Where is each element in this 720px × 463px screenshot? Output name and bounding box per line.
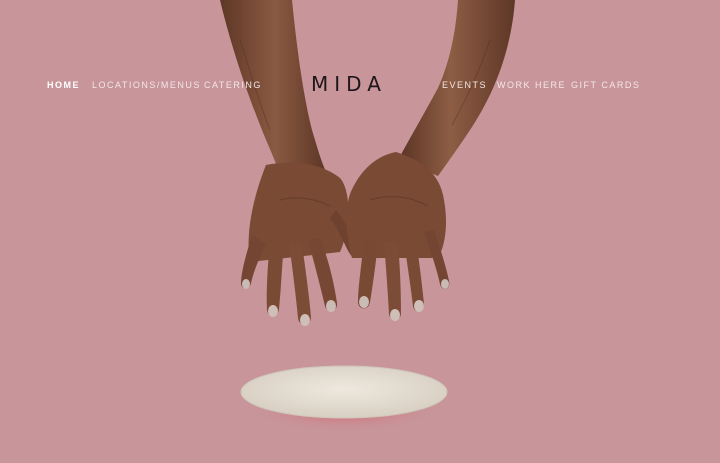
- nav-work-here-link[interactable]: WORK HERE: [497, 80, 566, 90]
- nav-home-link[interactable]: HOME: [47, 80, 80, 90]
- nav-catering-link[interactable]: CATERING: [204, 80, 262, 90]
- hero-section: HOME LOCATIONS/MENUS CATERING MIDA EVENT…: [0, 0, 720, 463]
- site-logo[interactable]: MIDA: [311, 72, 387, 96]
- nav-events-link[interactable]: EVENTS: [442, 80, 487, 90]
- nav-gift-cards-link[interactable]: GIFT CARDS: [571, 80, 640, 90]
- nav-locations-menus-link[interactable]: LOCATIONS/MENUS: [92, 80, 201, 90]
- main-navigation: HOME LOCATIONS/MENUS CATERING MIDA EVENT…: [0, 0, 720, 170]
